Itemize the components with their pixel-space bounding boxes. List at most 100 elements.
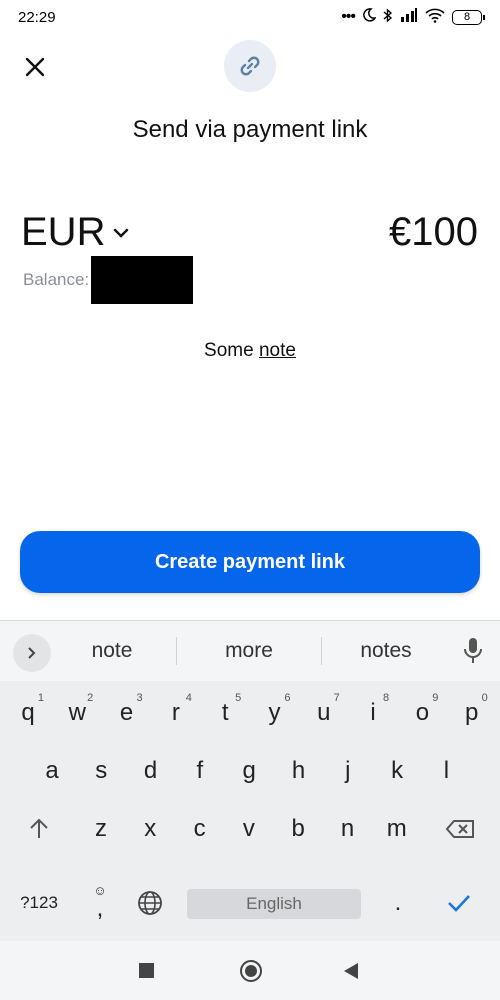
currency-code: EUR: [21, 210, 106, 254]
key-d[interactable]: d: [127, 745, 175, 797]
symbols-key[interactable]: ?123: [15, 877, 63, 929]
suggestion-2[interactable]: more: [189, 639, 309, 663]
key-b[interactable]: b: [274, 803, 322, 855]
expand-suggestions-button[interactable]: [13, 634, 51, 672]
key-label: e: [119, 699, 134, 726]
key-label: u: [317, 699, 331, 726]
key-number-hint: 9: [432, 692, 439, 704]
key-p[interactable]: p0: [448, 687, 496, 739]
key-t[interactable]: t5: [201, 687, 249, 739]
key-label: h: [291, 757, 306, 784]
status-bar: 22:29 ••• 8: [0, 0, 500, 34]
recent-apps-icon[interactable]: [139, 963, 154, 978]
balance-redacted: [91, 256, 194, 304]
done-key[interactable]: [435, 877, 483, 929]
currency-selector[interactable]: EUR: [21, 210, 129, 255]
key-label: d: [143, 757, 158, 784]
suggestion-3[interactable]: notes: [326, 639, 446, 663]
key-y[interactable]: y6: [251, 687, 299, 739]
key-label: x: [144, 815, 157, 842]
key-label: j: [345, 757, 351, 784]
close-icon: [25, 57, 45, 77]
moon-icon: [362, 8, 377, 26]
key-q[interactable]: q1: [4, 687, 52, 739]
close-button[interactable]: [20, 52, 50, 82]
shift-icon: [30, 818, 48, 838]
wifi-icon: [425, 8, 445, 27]
key-f[interactable]: f: [176, 745, 224, 797]
key-label: o: [415, 699, 430, 726]
key-number-hint: 1: [37, 692, 44, 704]
period-key[interactable]: .: [374, 877, 422, 929]
key-j[interactable]: j: [324, 745, 372, 797]
key-l[interactable]: l: [422, 745, 470, 797]
key-x[interactable]: x: [126, 803, 174, 855]
suggestion-1[interactable]: note: [52, 639, 172, 663]
key-label: b: [291, 815, 305, 842]
key-a[interactable]: a: [28, 745, 76, 797]
suggestion-divider: [176, 637, 177, 665]
key-k[interactable]: k: [373, 745, 421, 797]
key-r[interactable]: r4: [152, 687, 200, 739]
language-key[interactable]: [126, 877, 174, 929]
key-label: m: [386, 815, 407, 842]
key-h[interactable]: h: [275, 745, 323, 797]
key-label: y: [268, 699, 281, 726]
emoji-comma-key[interactable]: ☺ ,: [76, 877, 124, 929]
link-icon: [240, 56, 260, 76]
more-dots-icon: •••: [341, 8, 356, 25]
key-label: g: [242, 757, 256, 784]
create-payment-link-button[interactable]: Create payment link: [20, 531, 480, 593]
balance-row: Balance:: [23, 256, 194, 304]
checkmark-icon: [448, 895, 470, 912]
key-e[interactable]: e3: [103, 687, 151, 739]
key-label: v: [242, 815, 255, 842]
key-label: a: [45, 757, 59, 784]
key-label: t: [221, 699, 229, 726]
key-number-hint: 7: [333, 692, 340, 704]
comma-label: ,: [96, 895, 104, 922]
key-s[interactable]: s: [77, 745, 125, 797]
key-u[interactable]: u7: [300, 687, 348, 739]
key-o[interactable]: o9: [398, 687, 446, 739]
key-number-hint: 0: [481, 692, 488, 704]
chevron-right-icon: [28, 647, 36, 659]
key-number-hint: 8: [382, 692, 390, 704]
key-label: k: [391, 757, 404, 784]
note-link[interactable]: note: [259, 340, 296, 361]
key-number-hint: 2: [87, 692, 94, 704]
key-g[interactable]: g: [225, 745, 273, 797]
key-label: l: [443, 757, 450, 784]
key-label: i: [370, 699, 376, 726]
status-time: 22:29: [18, 8, 56, 26]
back-icon[interactable]: [344, 963, 358, 979]
shift-key[interactable]: [15, 803, 63, 855]
signal-icon: [400, 8, 418, 26]
key-label: c: [193, 815, 206, 842]
key-label: n: [340, 815, 355, 842]
link-icon-badge: [224, 40, 276, 92]
note-row: Some note: [0, 340, 500, 362]
space-key[interactable]: English: [187, 889, 361, 919]
chevron-down-icon: [114, 228, 129, 238]
key-number-hint: 6: [284, 692, 291, 704]
status-icons: ••• 8: [341, 7, 485, 27]
key-c[interactable]: c: [176, 803, 224, 855]
amount-input[interactable]: €100: [389, 210, 478, 255]
bluetooth-icon: [383, 7, 393, 27]
key-number-hint: 4: [185, 692, 192, 704]
key-label: s: [95, 757, 108, 784]
backspace-key[interactable]: [436, 803, 484, 855]
home-icon[interactable]: [240, 960, 262, 982]
note-prefix: Some: [204, 340, 254, 361]
key-m[interactable]: m: [373, 803, 421, 855]
battery-icon: 8: [452, 9, 485, 25]
key-n[interactable]: n: [324, 803, 372, 855]
microphone-icon[interactable]: [462, 637, 484, 670]
key-i[interactable]: i8: [349, 687, 397, 739]
key-v[interactable]: v: [225, 803, 273, 855]
key-w[interactable]: w2: [53, 687, 101, 739]
key-number-hint: 3: [136, 692, 143, 704]
navigation-bar: [0, 941, 500, 1000]
key-z[interactable]: z: [77, 803, 125, 855]
